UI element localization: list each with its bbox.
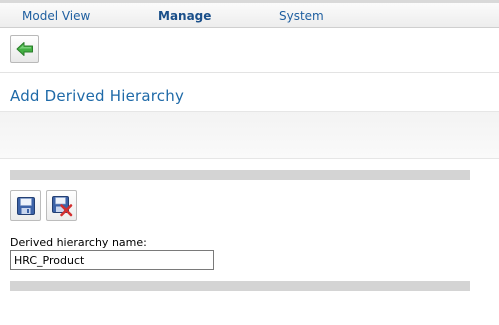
save-icon (16, 196, 35, 215)
page-title: Add Derived Hierarchy (10, 87, 185, 105)
save-and-close-button[interactable] (46, 190, 77, 221)
header-band (0, 111, 499, 159)
section-separator-top (10, 170, 470, 180)
derived-hierarchy-name-label: Derived hierarchy name: (10, 236, 147, 249)
tab-model-view[interactable]: Model View (22, 9, 90, 23)
save-button[interactable] (10, 190, 41, 221)
tab-system[interactable]: System (279, 9, 324, 23)
derived-hierarchy-name-input[interactable] (10, 250, 214, 270)
back-button[interactable] (10, 35, 39, 63)
tab-manage[interactable]: Manage (158, 9, 211, 23)
save-close-icon (51, 195, 72, 216)
back-arrow-icon (16, 42, 33, 56)
toolbar (0, 28, 499, 73)
main-nav-bar: Model View Manage System (0, 3, 499, 28)
section-separator-bottom (10, 281, 470, 291)
